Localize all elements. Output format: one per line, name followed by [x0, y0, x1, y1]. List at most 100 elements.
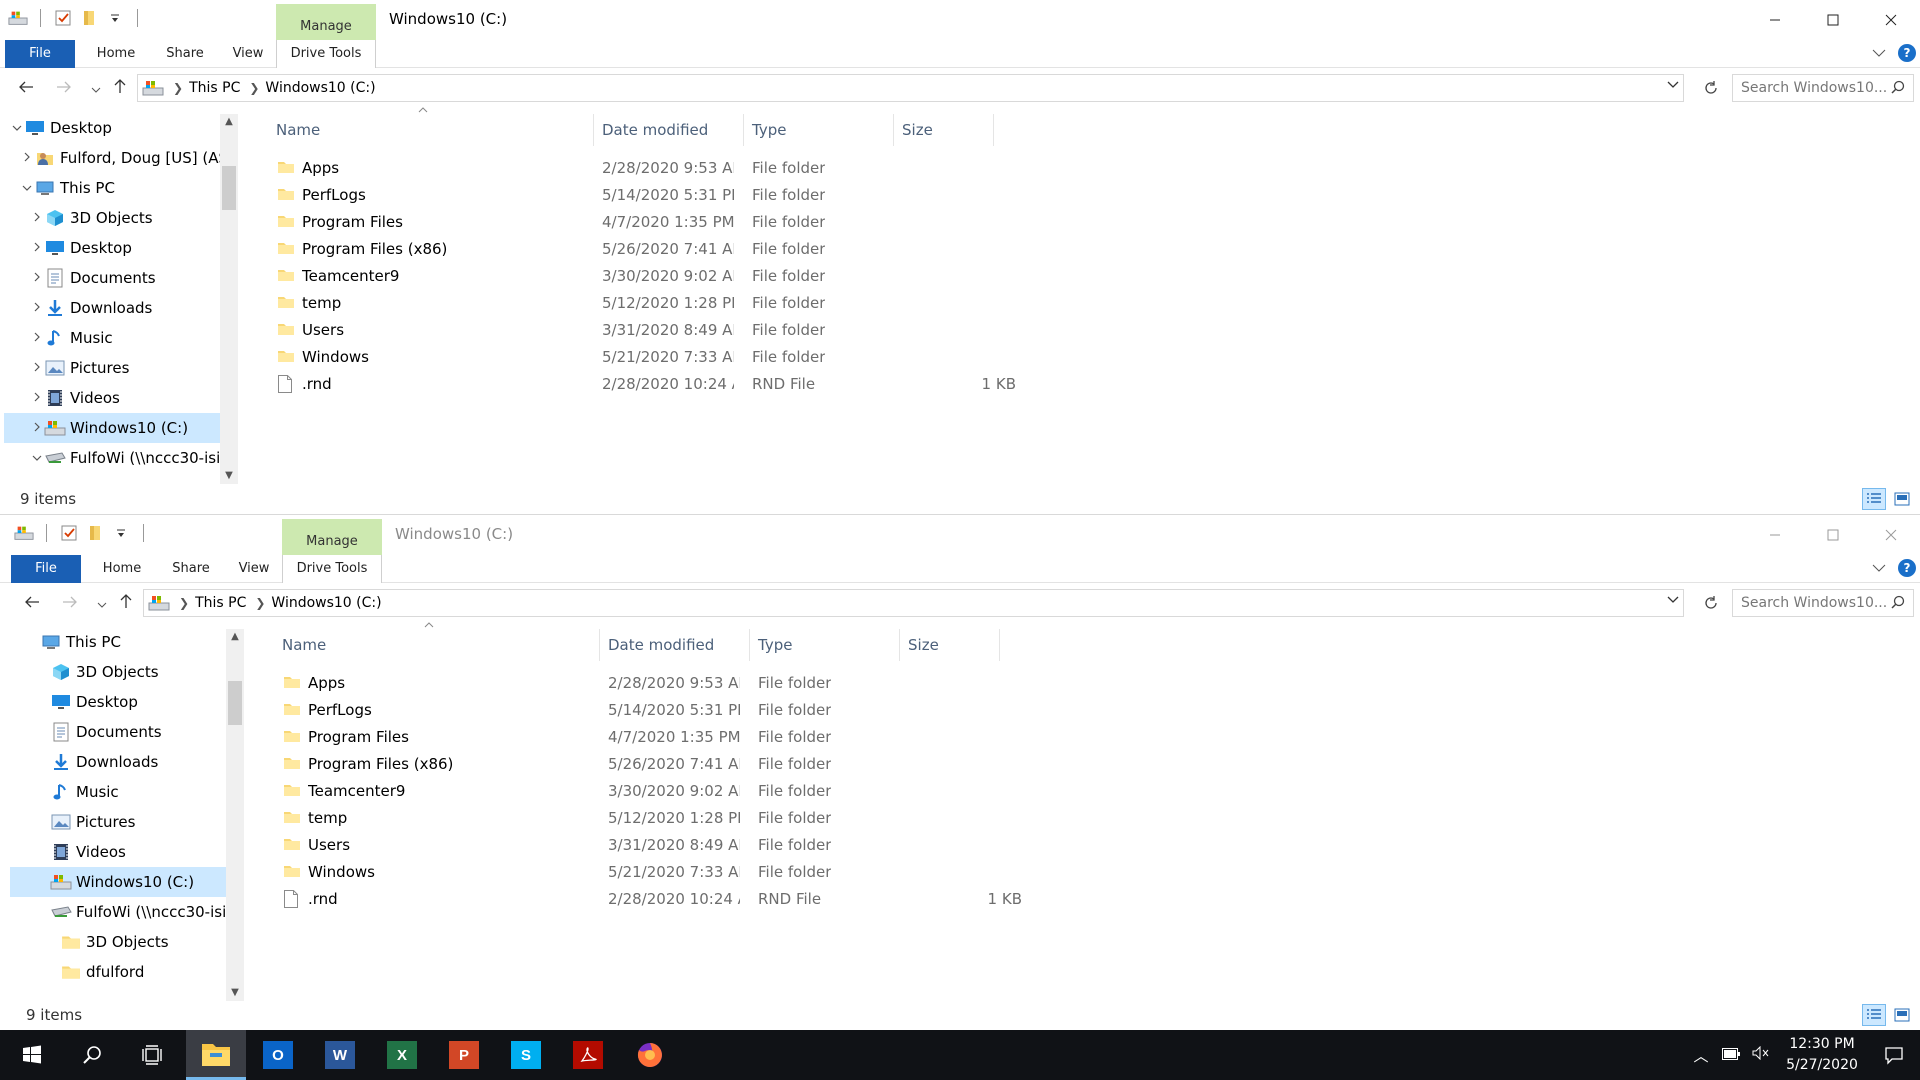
- tab-view[interactable]: View: [220, 40, 276, 68]
- customize-qat-dropdown-icon[interactable]: [105, 8, 125, 28]
- file-row[interactable]: Apps 2/28/2020 9:53 AM File folder: [268, 154, 1108, 181]
- large-icons-view-button[interactable]: [1890, 488, 1914, 510]
- maximize-button[interactable]: [1804, 0, 1862, 40]
- column-header-size[interactable]: Size: [894, 114, 994, 146]
- breadcrumb-separator-icon[interactable]: ❯: [255, 596, 265, 610]
- file-explorer-app[interactable]: [186, 1030, 246, 1080]
- tree-item-videos[interactable]: Videos: [4, 383, 228, 413]
- clock[interactable]: 12:30 PM 5/27/2020: [1776, 1034, 1868, 1076]
- address-bar[interactable]: ❯ This PC ❯ Windows10 (C:): [137, 74, 1684, 102]
- new-folder-icon[interactable]: [79, 8, 99, 28]
- tree-item-windows10-c[interactable]: Windows10 (C:): [4, 413, 228, 443]
- customize-qat-dropdown-icon[interactable]: [111, 523, 131, 543]
- file-row[interactable]: Program Files 4/7/2020 1:35 PM File folder: [268, 208, 1108, 235]
- file-row[interactable]: PerfLogs 5/14/2020 5:31 PM File folder: [274, 696, 1114, 723]
- file-row[interactable]: Users 3/31/2020 8:49 AM File folder: [274, 831, 1114, 858]
- new-folder-icon[interactable]: [85, 523, 105, 543]
- chevron-right-icon[interactable]: [30, 392, 44, 405]
- tree-item-documents[interactable]: Documents: [4, 263, 228, 293]
- file-row[interactable]: Apps 2/28/2020 9:53 AM File folder: [274, 669, 1114, 696]
- nav-pane-scrollbar[interactable]: ▲ ▼: [226, 629, 244, 1001]
- minimize-button[interactable]: [1746, 0, 1804, 40]
- up-button[interactable]: [114, 591, 138, 615]
- address-history-chevron-icon[interactable]: [1667, 594, 1679, 607]
- chevron-down-icon[interactable]: [10, 122, 24, 135]
- search-box[interactable]: Search Windows10...: [1732, 589, 1914, 617]
- breadcrumb-separator-icon[interactable]: ❯: [179, 596, 189, 610]
- explorer-drive-icon[interactable]: [8, 8, 28, 28]
- back-button[interactable]: [14, 76, 38, 100]
- file-row[interactable]: Teamcenter9 3/30/2020 9:02 AM File folder: [274, 777, 1114, 804]
- tree-item-windows10-c[interactable]: Windows10 (C:): [10, 867, 234, 897]
- help-icon[interactable]: ?: [1898, 44, 1916, 62]
- tree-item-music[interactable]: Music: [10, 777, 234, 807]
- file-row[interactable]: Program Files 4/7/2020 1:35 PM File folder: [274, 723, 1114, 750]
- tab-drive-tools[interactable]: Drive Tools: [276, 40, 376, 68]
- chevron-down-icon[interactable]: [20, 182, 34, 195]
- scroll-down-arrow-icon[interactable]: ▼: [220, 468, 238, 484]
- tree-item-this-pc[interactable]: This PC: [10, 629, 234, 657]
- tab-home[interactable]: Home: [94, 555, 150, 583]
- title-bar[interactable]: Manage Windows10 (C:): [0, 515, 1920, 583]
- close-button[interactable]: [1862, 515, 1920, 555]
- properties-icon[interactable]: [59, 523, 79, 543]
- breadcrumb-drive[interactable]: Windows10 (C:): [271, 595, 381, 611]
- tree-item-music[interactable]: Music: [4, 323, 228, 353]
- outlook-app[interactable]: O: [248, 1030, 308, 1080]
- help-icon[interactable]: ?: [1898, 559, 1916, 577]
- tree-item-3d-objects[interactable]: 3D Objects: [10, 657, 234, 687]
- tree-item-desktop[interactable]: Desktop: [4, 233, 228, 263]
- tree-item-fulford-doug-us-as[interactable]: Fulford, Doug [US] (AS): [4, 143, 228, 173]
- tab-view[interactable]: View: [226, 555, 282, 583]
- tree-item-pictures[interactable]: Pictures: [4, 353, 228, 383]
- file-row[interactable]: .rnd 2/28/2020 10:24 A... RND File 1 KB: [268, 370, 1108, 397]
- tree-item-3d-objects[interactable]: 3D Objects: [10, 927, 234, 957]
- breadcrumb-separator-icon[interactable]: ❯: [173, 81, 183, 95]
- firefox-app[interactable]: [620, 1030, 680, 1080]
- close-button[interactable]: [1862, 0, 1920, 40]
- address-history-chevron-icon[interactable]: [1667, 79, 1679, 92]
- column-header-date-modified[interactable]: Date modified: [594, 114, 744, 146]
- search-box[interactable]: Search Windows10...: [1732, 74, 1914, 102]
- tree-item-this-pc[interactable]: This PC: [4, 173, 228, 203]
- tab-drive-tools[interactable]: Drive Tools: [282, 555, 382, 583]
- chevron-right-icon[interactable]: [30, 332, 44, 345]
- address-bar[interactable]: ❯ This PC ❯ Windows10 (C:): [143, 589, 1684, 617]
- tree-item-pictures[interactable]: Pictures: [10, 807, 234, 837]
- tree-item-desktop[interactable]: Desktop: [4, 114, 228, 143]
- file-row[interactable]: Teamcenter9 3/30/2020 9:02 AM File folder: [268, 262, 1108, 289]
- file-row[interactable]: Program Files (x86) 5/26/2020 7:41 AM File…: [268, 235, 1108, 262]
- tab-file[interactable]: File: [5, 40, 75, 68]
- tree-item-3d-objects[interactable]: 3D Objects: [4, 203, 228, 233]
- excel-app[interactable]: X: [372, 1030, 432, 1080]
- file-row[interactable]: Windows 5/21/2020 7:33 AM File folder: [268, 343, 1108, 370]
- tree-item-downloads[interactable]: Downloads: [4, 293, 228, 323]
- battery-icon[interactable]: [1716, 1046, 1746, 1064]
- tree-item-downloads[interactable]: Downloads: [10, 747, 234, 777]
- forward-button[interactable]: [58, 591, 82, 615]
- skype-app[interactable]: S: [496, 1030, 556, 1080]
- minimize-button[interactable]: [1746, 515, 1804, 555]
- column-header-name[interactable]: Name: [274, 622, 600, 661]
- task-view-button[interactable]: [122, 1030, 182, 1080]
- breadcrumb-this-pc[interactable]: This PC: [189, 80, 240, 96]
- acrobat-app[interactable]: [558, 1030, 618, 1080]
- search-button[interactable]: [62, 1030, 122, 1080]
- volume-muted-icon[interactable]: [1746, 1045, 1776, 1064]
- refresh-button[interactable]: [1699, 74, 1723, 102]
- chevron-right-icon[interactable]: [30, 362, 44, 375]
- properties-icon[interactable]: [53, 8, 73, 28]
- nav-pane-scrollbar[interactable]: ▲ ▼: [220, 114, 238, 484]
- word-app[interactable]: W: [310, 1030, 370, 1080]
- column-header-name[interactable]: Name: [268, 107, 594, 146]
- recent-locations-button[interactable]: [84, 76, 108, 100]
- details-view-button[interactable]: [1862, 488, 1886, 510]
- expand-ribbon-chevron-icon[interactable]: [1872, 559, 1886, 577]
- file-row[interactable]: Users 3/31/2020 8:49 AM File folder: [268, 316, 1108, 343]
- explorer-drive-icon[interactable]: [14, 523, 34, 543]
- tree-item-desktop[interactable]: Desktop: [10, 687, 234, 717]
- start-button[interactable]: [2, 1030, 62, 1080]
- file-row[interactable]: Program Files (x86) 5/26/2020 7:41 AM File…: [274, 750, 1114, 777]
- action-center-button[interactable]: [1868, 1045, 1920, 1065]
- file-row[interactable]: temp 5/12/2020 1:28 PM File folder: [268, 289, 1108, 316]
